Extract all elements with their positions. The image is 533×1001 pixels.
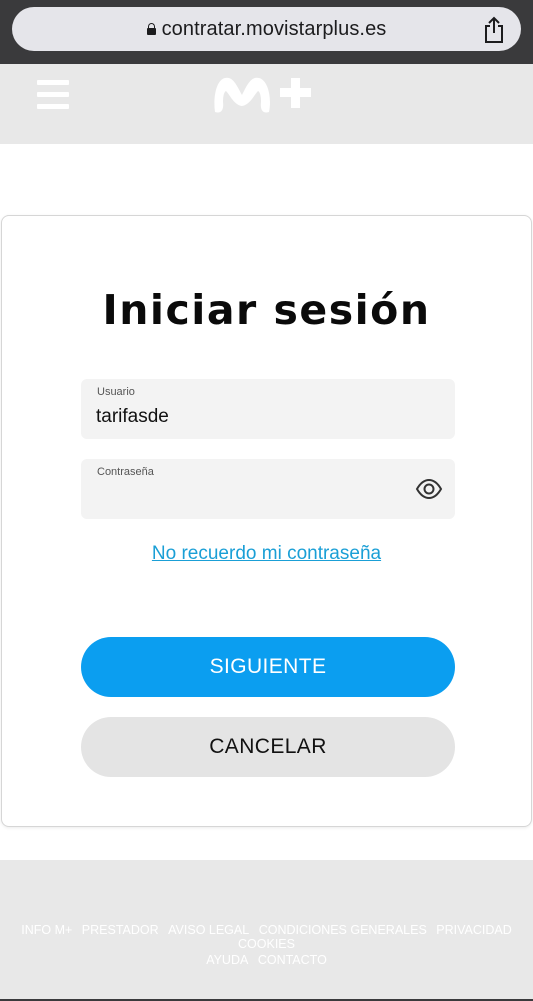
login-card: Iniciar sesión Usuario tarifasde Contras… [1,215,532,827]
footer-link-prestador[interactable]: PRESTADOR [82,923,159,937]
lock-icon [146,23,156,35]
username-label: Usuario [97,386,135,398]
next-button[interactable]: SIGUIENTE [81,637,455,697]
cancel-button[interactable]: CANCELAR [81,717,455,777]
footer-link-privacidad[interactable]: PRIVACIDAD [436,923,511,937]
footer-links-row-2: AYUDA CONTACTO [0,953,533,967]
footer-link-ayuda[interactable]: AYUDA [206,953,248,967]
forgot-password-link[interactable]: No recuerdo mi contraseña [2,543,531,565]
eye-icon[interactable] [415,476,443,502]
browser-toolbar: contratar.movistarplus.es [0,0,533,64]
address-bar[interactable]: contratar.movistarplus.es [12,7,521,51]
site-footer: INFO M+ PRESTADOR AVISO LEGAL CONDICIONE… [0,860,533,1001]
share-icon[interactable] [481,16,507,44]
url-text: contratar.movistarplus.es [161,17,387,40]
address-content: contratar.movistarplus.es [12,7,521,51]
hamburger-menu-icon[interactable] [37,80,69,110]
movistar-plus-logo[interactable] [212,68,322,116]
footer-link-contacto[interactable]: CONTACTO [258,953,327,967]
username-input[interactable]: tarifasde [96,406,169,428]
footer-link-info[interactable]: INFO M+ [21,923,72,937]
footer-link-condiciones[interactable]: CONDICIONES GENERALES [259,923,427,937]
site-header [0,64,533,144]
password-label: Contraseña [97,466,154,478]
footer-link-aviso-legal[interactable]: AVISO LEGAL [168,923,249,937]
footer-links-row-1: INFO M+ PRESTADOR AVISO LEGAL CONDICIONE… [0,923,533,951]
password-field[interactable]: Contraseña [81,459,455,519]
username-field[interactable]: Usuario tarifasde [81,379,455,439]
footer-link-cookies[interactable]: COOKIES [238,937,295,951]
page-title: Iniciar sesión [102,286,431,334]
